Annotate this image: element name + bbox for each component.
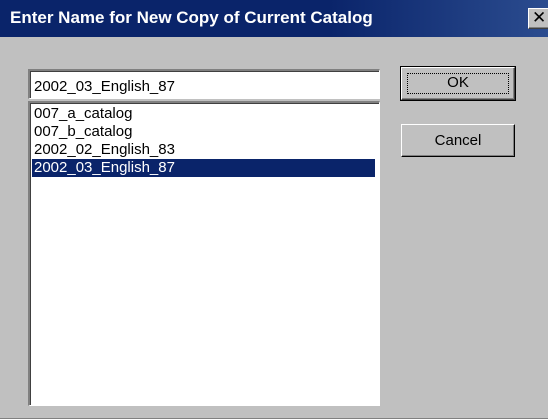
- catalog-name-input[interactable]: [28, 69, 380, 99]
- close-button[interactable]: ✕: [528, 8, 548, 29]
- cancel-button[interactable]: Cancel: [401, 124, 515, 157]
- close-icon: ✕: [532, 8, 547, 28]
- list-item[interactable]: 007_a_catalog: [32, 105, 375, 123]
- copy-catalog-dialog: Enter Name for New Copy of Current Catal…: [0, 0, 548, 419]
- dialog-title: Enter Name for New Copy of Current Catal…: [10, 8, 373, 27]
- list-item-selected[interactable]: 2002_03_English_87: [32, 159, 375, 177]
- ok-button-label: OK: [447, 74, 469, 91]
- catalog-list[interactable]: 007_a_catalog 007_b_catalog 2002_02_Engl…: [28, 101, 380, 406]
- list-item[interactable]: 007_b_catalog: [32, 123, 375, 141]
- ok-button[interactable]: OK: [400, 66, 516, 101]
- list-item[interactable]: 2002_02_English_83: [32, 141, 375, 159]
- title-bar[interactable]: Enter Name for New Copy of Current Catal…: [0, 0, 548, 37]
- cancel-button-label: Cancel: [434, 132, 482, 149]
